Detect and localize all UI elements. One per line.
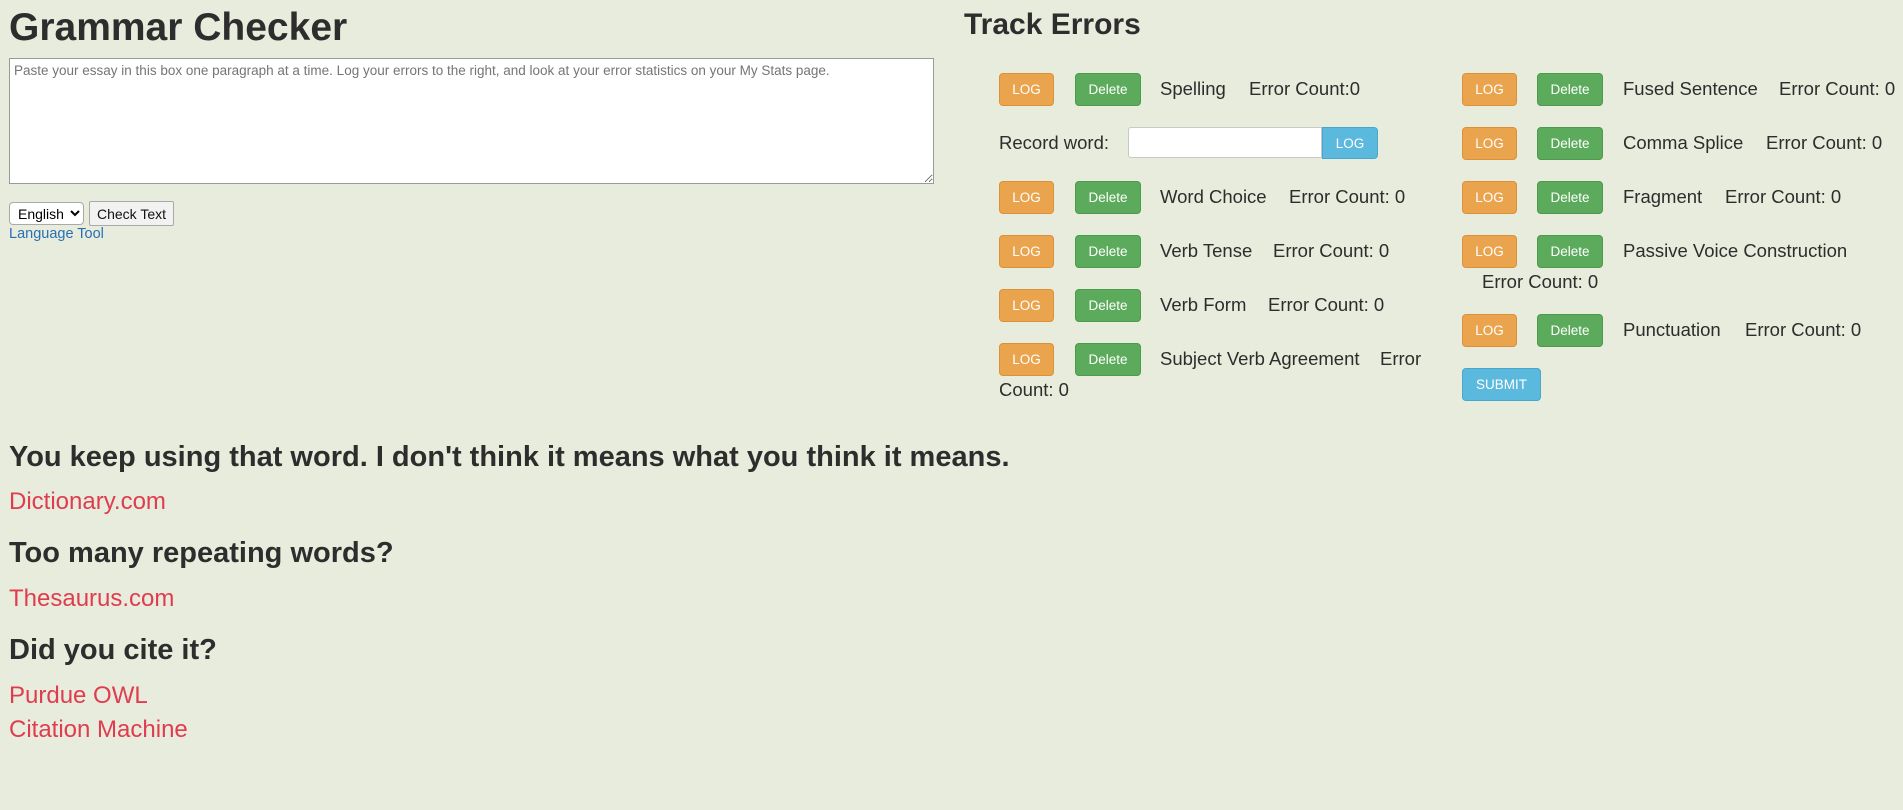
heading-repeating-words: Too many repeating words? <box>9 537 394 569</box>
language-tool-link[interactable]: Language Tool <box>9 226 104 242</box>
heading-cite: Did you cite it? <box>9 634 217 666</box>
log-button-comma-splice[interactable]: LOG <box>1462 127 1517 160</box>
log-button-punctuation[interactable]: LOG <box>1462 314 1517 347</box>
log-button-fragment[interactable]: LOG <box>1462 181 1517 214</box>
thesaurus-link[interactable]: Thesaurus.com <box>9 585 174 613</box>
delete-button-word-choice[interactable]: Delete <box>1075 181 1141 214</box>
error-count-fragment: Error Count: 0 <box>1725 186 1842 207</box>
error-count-passive-voice: Error Count: 0 <box>1482 271 1599 292</box>
record-word-label: Record word: <box>999 132 1110 153</box>
delete-button-passive-voice[interactable]: Delete <box>1537 235 1603 268</box>
heading-word-meaning: You keep using that word. I don't think … <box>9 441 1010 473</box>
language-select[interactable]: English <box>9 202 84 225</box>
log-button-verb-tense[interactable]: LOG <box>999 235 1054 268</box>
record-word-input[interactable] <box>1128 127 1322 158</box>
error-count-word-choice: Error Count: 0 <box>1289 186 1406 207</box>
delete-button-fused-sentence[interactable]: Delete <box>1537 73 1603 106</box>
log-button-spelling[interactable]: LOG <box>999 73 1054 106</box>
dictionary-link[interactable]: Dictionary.com <box>9 488 166 516</box>
log-button-fused-sentence[interactable]: LOG <box>1462 73 1517 106</box>
page-title: Grammar Checker <box>9 6 348 49</box>
log-button-passive-voice[interactable]: LOG <box>1462 235 1517 268</box>
error-count-subject-verb-agreement-part1: Error <box>1380 348 1422 369</box>
check-text-button[interactable]: Check Text <box>89 201 174 226</box>
error-name-fused-sentence: Fused Sentence <box>1623 78 1758 99</box>
error-count-punctuation: Error Count: 0 <box>1745 319 1862 340</box>
delete-button-comma-splice[interactable]: Delete <box>1537 127 1603 160</box>
essay-textarea[interactable] <box>9 58 934 184</box>
delete-button-verb-form[interactable]: Delete <box>1075 289 1141 322</box>
error-count-comma-splice: Error Count: 0 <box>1766 132 1883 153</box>
error-name-word-choice: Word Choice <box>1160 186 1267 207</box>
log-button-record-word[interactable]: LOG <box>1322 127 1378 159</box>
error-name-spelling: Spelling <box>1160 78 1226 99</box>
error-count-verb-tense: Error Count: 0 <box>1273 240 1390 261</box>
track-errors-title: Track Errors <box>964 8 1141 41</box>
error-name-subject-verb-agreement: Subject Verb Agreement <box>1160 348 1360 369</box>
log-button-subject-verb-agreement[interactable]: LOG <box>999 343 1054 376</box>
error-name-verb-tense: Verb Tense <box>1160 240 1253 261</box>
error-name-comma-splice: Comma Splice <box>1623 132 1744 153</box>
delete-button-fragment[interactable]: Delete <box>1537 181 1603 214</box>
citation-machine-link[interactable]: Citation Machine <box>9 716 188 744</box>
delete-button-punctuation[interactable]: Delete <box>1537 314 1603 347</box>
submit-button[interactable]: SUBMIT <box>1462 368 1541 401</box>
log-button-word-choice[interactable]: LOG <box>999 181 1054 214</box>
error-name-fragment: Fragment <box>1623 186 1703 207</box>
error-name-verb-form: Verb Form <box>1160 294 1247 315</box>
delete-button-subject-verb-agreement[interactable]: Delete <box>1075 343 1141 376</box>
purdue-owl-link[interactable]: Purdue OWL <box>9 682 148 710</box>
delete-button-spelling[interactable]: Delete <box>1075 73 1141 106</box>
log-button-verb-form[interactable]: LOG <box>999 289 1054 322</box>
error-count-spelling: Error Count:0 <box>1249 78 1361 99</box>
error-name-passive-voice: Passive Voice Construction <box>1623 240 1848 261</box>
page: Grammar Checker English Check Text Langu… <box>0 0 1903 810</box>
error-count-verb-form: Error Count: 0 <box>1268 294 1385 315</box>
error-name-punctuation: Punctuation <box>1623 319 1721 340</box>
error-count-subject-verb-agreement-part2: Count: 0 <box>999 379 1069 400</box>
error-count-fused-sentence: Error Count: 0 <box>1779 78 1896 99</box>
delete-button-verb-tense[interactable]: Delete <box>1075 235 1141 268</box>
